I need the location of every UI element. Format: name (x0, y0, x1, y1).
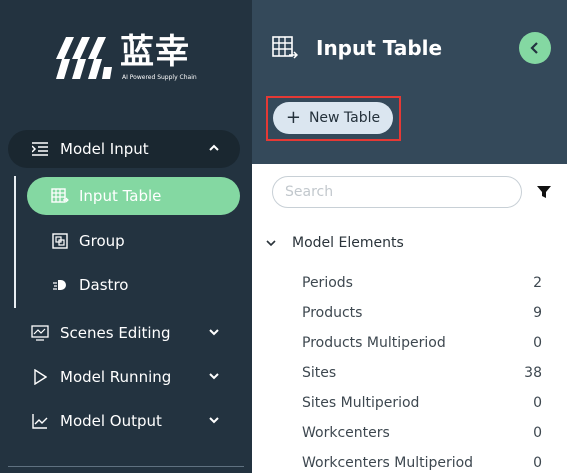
sidebar-item-group[interactable]: Group (27, 222, 240, 260)
monitor-chart-icon (30, 323, 50, 343)
tree-group-label: Model Elements (292, 235, 404, 251)
nav-model-output[interactable]: Model Output (8, 402, 240, 440)
chevron-down-icon (266, 240, 276, 247)
tree-group-model-elements[interactable]: Model Elements (264, 232, 404, 254)
list-item-label: Periods (302, 275, 353, 291)
subtree-line (14, 176, 16, 308)
list-item[interactable]: Workcenters Multiperiod 0 (302, 452, 542, 473)
list-item[interactable]: Products 9 (302, 302, 542, 324)
list-item[interactable]: Workcenters 0 (302, 422, 542, 444)
list-item-label: Products (302, 305, 363, 321)
nav-label: Scenes Editing (60, 324, 171, 342)
list-item-label: Products Multiperiod (302, 335, 446, 351)
dastro-icon (51, 276, 69, 294)
group-icon (51, 232, 69, 250)
sidebar: 蓝幸 AI Powered Supply Chain Model Input I… (0, 0, 252, 473)
sidebar-item-label: Input Table (79, 187, 162, 205)
list-item-count: 0 (533, 455, 542, 471)
table-icon (51, 187, 69, 205)
chevron-down-icon[interactable] (206, 368, 222, 384)
nav-scenes-editing[interactable]: Scenes Editing (8, 314, 240, 352)
page-header: Input Table + New Table (252, 0, 567, 164)
list-item[interactable]: Periods 2 (302, 272, 542, 294)
brand-logo: 蓝幸 AI Powered Supply Chain (56, 32, 197, 83)
sidebar-item-label: Group (79, 232, 125, 250)
filter-icon[interactable] (536, 184, 552, 200)
list-item-label: Workcenters Multiperiod (302, 455, 474, 471)
nav-label: Model Running (60, 368, 172, 386)
list-item-count: 38 (524, 365, 542, 381)
sidebar-item-input-table[interactable]: Input Table (27, 177, 240, 215)
new-table-button[interactable]: + New Table (273, 102, 393, 134)
list-item-count: 0 (533, 335, 542, 351)
chevron-down-icon[interactable] (206, 412, 222, 428)
search-input[interactable] (272, 176, 522, 208)
nav-model-input[interactable]: Model Input (8, 130, 240, 168)
page-title: Input Table (316, 36, 443, 60)
nav-label: Model Input (60, 140, 149, 158)
nav-model-running[interactable]: Model Running (8, 358, 240, 396)
sidebar-item-dastro[interactable]: Dastro (27, 266, 240, 304)
list-item[interactable]: Sites 38 (302, 362, 542, 384)
table-list-panel: Model Elements Periods 2 Products 9 Prod… (252, 164, 567, 473)
list-item-count: 0 (533, 425, 542, 441)
play-icon (30, 367, 50, 387)
line-chart-icon (30, 411, 50, 431)
nav-label: Model Output (60, 412, 162, 430)
chevron-down-icon[interactable] (206, 324, 222, 340)
list-item-count: 2 (533, 275, 542, 291)
collapse-sidebar-button[interactable] (519, 32, 551, 64)
list-item[interactable]: Products Multiperiod 0 (302, 332, 542, 354)
chevron-up-icon[interactable] (206, 140, 222, 156)
list-item-label: Sites (302, 365, 337, 381)
list-item-label: Workcenters (302, 425, 390, 441)
sidebar-divider (8, 466, 244, 467)
chevron-left-icon (530, 42, 538, 54)
new-table-label: New Table (308, 110, 381, 126)
brand-name: 蓝幸 (120, 32, 190, 72)
list-item[interactable]: Sites Multiperiod 0 (302, 392, 542, 414)
sidebar-item-label: Dastro (79, 276, 129, 294)
table-icon (272, 36, 298, 59)
brand-tagline: AI Powered Supply Chain (122, 74, 197, 81)
list-item-label: Sites Multiperiod (302, 395, 420, 411)
list-item-count: 9 (533, 305, 542, 321)
plus-icon: + (285, 107, 301, 128)
brand-mark-icon (56, 37, 112, 79)
list-item-count: 0 (533, 395, 542, 411)
indent-list-icon (30, 139, 50, 159)
